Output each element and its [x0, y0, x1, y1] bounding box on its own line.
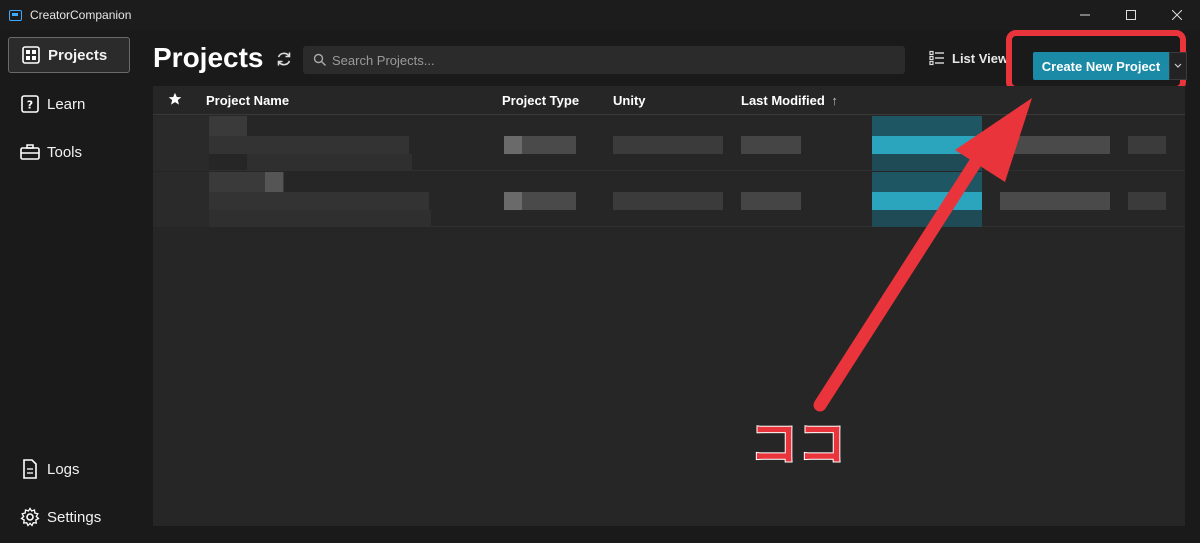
annotation-text: ココ	[750, 416, 846, 472]
annotation-overlay: ココ	[749, 98, 1032, 473]
annotation-arrow-shaft	[813, 125, 1002, 412]
